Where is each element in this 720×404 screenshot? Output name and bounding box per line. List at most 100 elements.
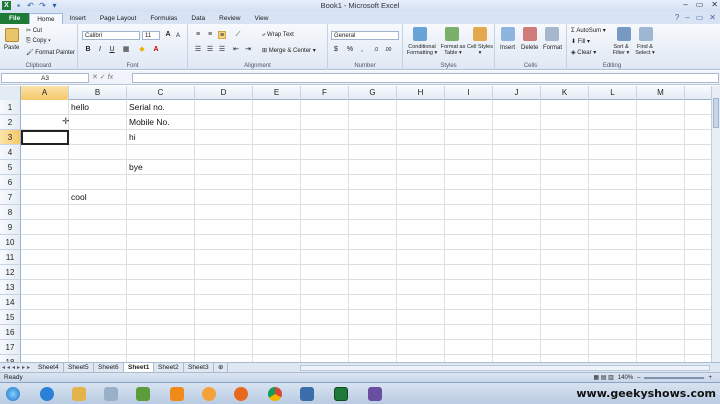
row-header-14[interactable]: 14	[0, 295, 21, 310]
vertical-scroll-thumb[interactable]	[713, 98, 719, 128]
tab-formulas[interactable]: Formulas	[143, 13, 184, 24]
zoom-level[interactable]: 140%	[618, 375, 633, 381]
maximize-button[interactable]: ▭	[696, 0, 704, 9]
align-left-icon[interactable]: ☰	[194, 46, 202, 54]
format-as-table-button[interactable]: Format as Table ▾	[440, 44, 466, 56]
restore-icon[interactable]: ▭	[696, 13, 704, 22]
comma-button[interactable]: ,	[358, 46, 366, 54]
format-painter-button[interactable]: 🖌 Format Painter	[26, 49, 75, 56]
horizontal-scrollbar[interactable]	[300, 365, 710, 371]
row-header-6[interactable]: 6	[0, 175, 21, 190]
increase-decimal-icon[interactable]: .0	[372, 46, 380, 54]
cut-button[interactable]: ✂ Cut	[26, 27, 42, 34]
row-header-15[interactable]: 15	[0, 310, 21, 325]
align-top-icon[interactable]: ≡	[194, 31, 202, 39]
format-cells-icon[interactable]	[545, 27, 559, 41]
zoom-in-icon[interactable]: +	[708, 375, 712, 381]
underline-button[interactable]: U	[108, 46, 116, 54]
tab-insert[interactable]: Insert	[63, 13, 93, 24]
tab-review[interactable]: Review	[212, 13, 247, 24]
tab-home[interactable]: Home	[29, 13, 63, 24]
decrease-indent-icon[interactable]: ⇤	[232, 46, 240, 54]
remote-icon[interactable]	[300, 387, 314, 401]
cell-c3[interactable]: hi	[127, 130, 136, 145]
active-cell-border[interactable]	[21, 130, 69, 145]
cell-b1[interactable]: hello	[69, 100, 89, 115]
column-header-a[interactable]: A	[21, 86, 69, 100]
column-header-i[interactable]: I	[445, 86, 493, 100]
column-header-b[interactable]: B	[69, 86, 127, 100]
conditional-formatting-icon[interactable]	[413, 27, 427, 41]
grow-font-button[interactable]: A	[164, 31, 172, 39]
fill-button[interactable]: ⬇ Fill ▾	[571, 38, 590, 45]
sheet-tab-sheet5[interactable]: Sheet5	[64, 363, 94, 372]
select-all-corner[interactable]	[0, 86, 21, 100]
column-header-f[interactable]: F	[301, 86, 349, 100]
column-header-g[interactable]: G	[349, 86, 397, 100]
clear-button[interactable]: ◈ Clear ▾	[571, 49, 596, 56]
start-button-icon[interactable]	[6, 387, 20, 401]
sort-filter-button[interactable]: Sort & Filter ▾	[611, 44, 631, 56]
insert-sheet-icon[interactable]: ⊕	[214, 363, 229, 372]
currency-button[interactable]: $	[332, 46, 340, 54]
align-center-icon[interactable]: ☰	[206, 46, 214, 54]
find-select-icon[interactable]	[639, 27, 653, 41]
column-header-d[interactable]: D	[195, 86, 253, 100]
decrease-decimal-icon[interactable]: .00	[384, 46, 392, 54]
delete-button[interactable]: Delete	[521, 45, 538, 51]
insert-cells-icon[interactable]	[501, 27, 515, 41]
font-name-combo[interactable]: Calibri	[82, 31, 140, 40]
tab-page-layout[interactable]: Page Layout	[93, 13, 144, 24]
tab-data[interactable]: Data	[184, 13, 212, 24]
cell-styles-icon[interactable]	[473, 27, 487, 41]
zoom-out-icon[interactable]: –	[637, 375, 640, 381]
row-header-18[interactable]: 18	[0, 355, 21, 362]
formula-input[interactable]	[132, 73, 719, 83]
minimize-button[interactable]: –	[683, 0, 687, 9]
sheet-tab-sheet6[interactable]: Sheet6	[94, 363, 124, 372]
delete-cells-icon[interactable]	[523, 27, 537, 41]
cell-b7[interactable]: cool	[69, 190, 87, 205]
row-header-7[interactable]: 7	[0, 190, 21, 205]
paste-icon[interactable]	[5, 28, 19, 42]
vlc-icon[interactable]	[170, 387, 184, 401]
media-player-icon[interactable]	[202, 387, 216, 401]
row-header-4[interactable]: 4	[0, 145, 21, 160]
shrink-font-button[interactable]: A	[174, 32, 182, 40]
font-size-combo[interactable]: 11	[142, 31, 160, 40]
cell-styles-button[interactable]: Cell Styles ▾	[467, 44, 493, 56]
row-header-2[interactable]: 2	[0, 115, 21, 130]
row-header-3[interactable]: 3	[0, 130, 21, 145]
internet-explorer-icon[interactable]	[40, 387, 54, 401]
row-header-5[interactable]: 5	[0, 160, 21, 175]
row-header-12[interactable]: 12	[0, 265, 21, 280]
worksheet-grid[interactable]: ABCDEFGHIJKLM 12345678910111213141516171…	[0, 86, 720, 362]
column-header-k[interactable]: K	[541, 86, 589, 100]
minimize-ribbon-icon[interactable]: –	[685, 13, 689, 22]
sheet-nav-arrows[interactable]: ◂◂◂▸▸▸	[2, 364, 32, 371]
sheet-tab-sheet3[interactable]: Sheet3	[184, 363, 214, 372]
orientation-icon[interactable]: ⟋	[234, 31, 242, 39]
app-icon[interactable]	[136, 387, 150, 401]
format-as-table-icon[interactable]	[445, 27, 459, 41]
tools-icon[interactable]	[104, 387, 118, 401]
italic-button[interactable]: I	[96, 46, 104, 54]
wrap-text-button[interactable]: ⤶ Wrap Text	[262, 32, 294, 39]
column-header-e[interactable]: E	[253, 86, 301, 100]
help-icon[interactable]: ?	[675, 13, 679, 22]
fill-color-icon[interactable]: ◆	[138, 46, 146, 54]
font-color-icon[interactable]: A	[152, 46, 160, 54]
sheet-tab-sheet2[interactable]: Sheet2	[154, 363, 184, 372]
folder-icon[interactable]	[72, 387, 86, 401]
chrome-icon[interactable]	[268, 387, 282, 401]
row-header-11[interactable]: 11	[0, 250, 21, 265]
sheet-tab-sheet4[interactable]: Sheet4	[34, 363, 64, 372]
percent-button[interactable]: %	[346, 46, 354, 54]
paste-button[interactable]: Paste	[4, 45, 19, 51]
column-header-l[interactable]: L	[589, 86, 637, 100]
cell-c1[interactable]: Serial no.	[127, 100, 165, 115]
sheet-tab-sheet1[interactable]: Sheet1	[124, 363, 155, 372]
sort-filter-icon[interactable]	[617, 27, 631, 41]
tab-view[interactable]: View	[247, 13, 275, 24]
name-box[interactable]: A3	[1, 73, 89, 83]
